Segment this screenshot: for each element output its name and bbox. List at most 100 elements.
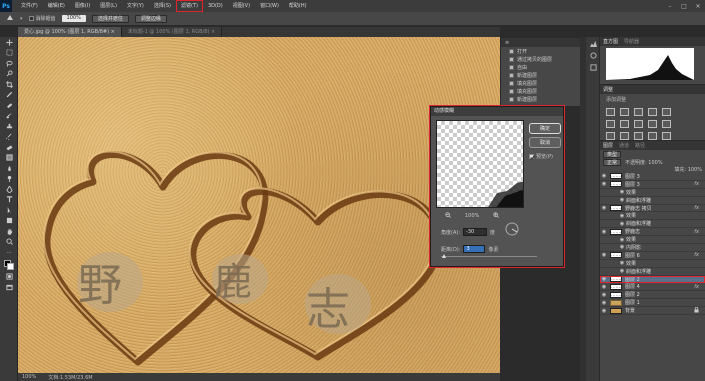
layer-fx-icon[interactable]: fx (694, 205, 699, 211)
layer-row[interactable]: ◉ 图层 1 (600, 299, 705, 308)
visibility-eye-icon[interactable]: ◉ (600, 292, 608, 298)
checkbox-box[interactable] (28, 16, 34, 21)
more-tools-icon[interactable]: … (0, 247, 18, 258)
history-item[interactable]: 新建图层 (501, 95, 585, 103)
menu-item[interactable]: 3D(D) (203, 0, 228, 12)
marquee-tool-icon[interactable] (0, 48, 18, 59)
select-and-mask-button[interactable]: 选择并遮住 (91, 14, 129, 23)
path-select-tool-icon[interactable] (0, 205, 18, 216)
screen-mode-icon[interactable] (0, 282, 18, 293)
antialias-checkbox[interactable]: 消除锯齿 (28, 15, 56, 22)
tab-paths[interactable]: 路径 (635, 142, 645, 149)
distance-slider-handle[interactable] (442, 254, 446, 258)
layer-effect-row[interactable]: ◉ 内阴影 (600, 244, 705, 252)
menu-item[interactable]: 文字(Y) (122, 0, 149, 12)
distance-slider-track[interactable] (441, 256, 537, 257)
tool-preset-icon[interactable] (6, 14, 14, 24)
layer-row[interactable]: ◉ 图层 3 fx (600, 181, 705, 189)
exposure-icon[interactable] (648, 108, 657, 116)
layer-row[interactable]: ◉ 背景 (600, 306, 705, 316)
menu-item[interactable]: 滤镜(T) (175, 0, 203, 12)
ok-button[interactable]: 确定 (529, 123, 561, 134)
angle-dial[interactable] (505, 222, 519, 238)
layer-fx-icon[interactable]: fx (694, 252, 699, 258)
tab-adjustments[interactable]: 调整 (603, 86, 613, 93)
info-panel-icon[interactable] (586, 49, 600, 61)
zoom-field[interactable]: 100% (61, 15, 86, 22)
doc-tab[interactable]: 未标题-1 @ 100% (图层 1, RGB/8) × (121, 27, 223, 37)
layer-row[interactable]: ◉ 野鹿志 fx (600, 228, 705, 237)
vibrance-icon[interactable] (662, 108, 671, 116)
layer-effect-row[interactable]: ◉ 效果 (600, 212, 705, 221)
history-item[interactable]: 填充图层 (501, 87, 585, 95)
tab-channels[interactable]: 通道 (619, 142, 629, 149)
effect-visibility-icon[interactable]: ◉ (618, 237, 626, 243)
effect-visibility-icon[interactable]: ◉ (618, 213, 626, 219)
fill-field[interactable]: 填充: 100% (674, 166, 702, 173)
color-swatches-icon[interactable] (0, 258, 18, 272)
visibility-eye-icon[interactable]: ◉ (600, 173, 608, 179)
visibility-eye-icon[interactable]: ◉ (600, 181, 608, 187)
menu-item[interactable]: 编辑(E) (43, 0, 70, 12)
effect-visibility-icon[interactable]: ◉ (618, 197, 626, 203)
tool-preset-dropdown-icon[interactable]: ▾ (20, 16, 23, 22)
refine-edge-button[interactable]: 调整边缘 (134, 14, 167, 23)
document-canvas[interactable]: 野 鹿 志 (18, 37, 500, 373)
menu-item[interactable]: 图像(I) (70, 0, 95, 12)
visibility-eye-icon[interactable]: ◉ (600, 284, 608, 290)
effect-visibility-icon[interactable]: ◉ (618, 244, 626, 250)
curves-icon[interactable] (634, 108, 643, 116)
tab-layers[interactable]: 图层 (603, 142, 613, 149)
effect-visibility-icon[interactable]: ◉ (618, 260, 626, 266)
levels-icon[interactable] (620, 108, 629, 116)
move-tool-icon[interactable] (0, 37, 18, 48)
cancel-button[interactable]: 取消 (529, 137, 561, 148)
layer-row[interactable]: ◉ 野鹿志 拷贝 fx (600, 205, 705, 213)
crop-tool-icon[interactable] (0, 79, 18, 90)
posterize-icon[interactable] (620, 132, 629, 140)
visibility-eye-icon[interactable]: ◉ (600, 308, 608, 314)
layer-fx-icon[interactable]: fx (694, 181, 699, 187)
gradient-map-icon[interactable] (648, 132, 657, 140)
zoom-tool-icon[interactable] (0, 237, 18, 248)
layer-row[interactable]: ◉ 图层 2 (600, 291, 705, 300)
layer-effect-row[interactable]: ◉ 斜面和浮雕 (600, 220, 705, 229)
type-tool-icon[interactable] (0, 195, 18, 206)
layer-kind-select[interactable]: 类型 (603, 150, 622, 158)
layer-effect-row[interactable]: ◉ 效果 (600, 236, 705, 245)
visibility-eye-icon[interactable]: ◉ (600, 276, 608, 282)
invert-icon[interactable] (606, 132, 615, 140)
gradient-tool-icon[interactable] (0, 153, 18, 164)
menu-item[interactable]: 帮助(H) (284, 0, 312, 12)
history-item[interactable]: 填充图层 (501, 79, 585, 87)
history-brush-tool-icon[interactable] (0, 132, 18, 143)
clone-stamp-tool-icon[interactable] (0, 121, 18, 132)
quick-mask-icon[interactable] (0, 272, 18, 283)
zoom-in-icon[interactable] (493, 212, 500, 220)
visibility-eye-icon[interactable]: ◉ (600, 300, 608, 306)
visibility-eye-icon[interactable]: ◉ (600, 229, 608, 235)
history-item[interactable]: 打开 (501, 47, 585, 55)
tab-navigator[interactable]: 导航器 (624, 38, 639, 45)
minimize-button[interactable]: – (663, 0, 677, 12)
channel-mixer-icon[interactable] (662, 120, 671, 128)
threshold-icon[interactable] (634, 132, 643, 140)
pen-tool-icon[interactable] (0, 184, 18, 195)
selective-color-icon[interactable] (662, 132, 671, 140)
layer-effect-row[interactable]: ◉ 效果 (600, 189, 705, 197)
effect-visibility-icon[interactable]: ◉ (618, 189, 626, 195)
layer-row[interactable]: ◉ 图层 4 fx (600, 283, 705, 292)
distance-input[interactable]: 3 (463, 245, 486, 253)
eraser-tool-icon[interactable] (0, 142, 18, 153)
status-zoom[interactable]: 100% (22, 374, 36, 380)
close-button[interactable]: ✕ (691, 0, 705, 12)
preview-checkbox-box[interactable] (529, 154, 535, 160)
angle-dial-icon[interactable] (505, 222, 519, 236)
blend-mode-select[interactable]: 正常 (603, 158, 622, 166)
hue-saturation-icon[interactable] (606, 120, 615, 128)
visibility-eye-icon[interactable]: ◉ (600, 205, 608, 211)
hand-tool-icon[interactable] (0, 226, 18, 237)
history-item[interactable]: 自由 (501, 63, 585, 71)
menu-item[interactable]: 窗口(W) (255, 0, 284, 12)
layer-row[interactable]: ◉ 图层 2 (600, 275, 705, 284)
